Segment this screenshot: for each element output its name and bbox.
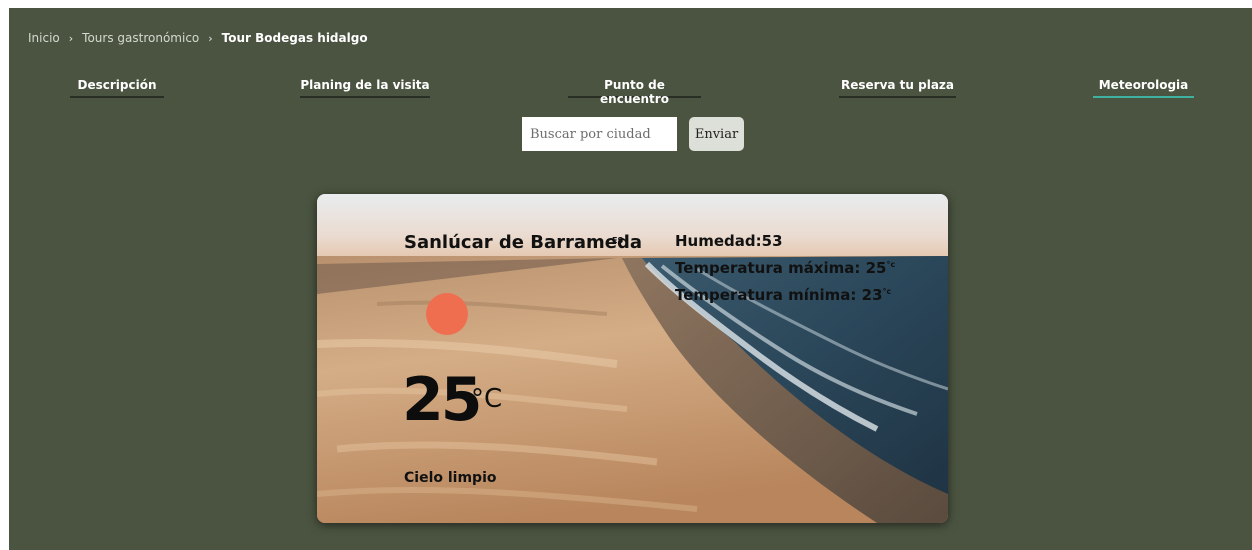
breadcrumb-separator-icon: › — [68, 31, 74, 45]
humidity-value: 53 — [761, 232, 783, 250]
temperature-unit: °C — [471, 384, 503, 414]
tab-descripcion[interactable]: Descripción — [70, 78, 164, 98]
max-temp-stat: Temperatura máxima: 25°c — [675, 259, 895, 277]
tab-reserva[interactable]: Reserva tu plaza — [839, 78, 956, 98]
min-temp-value: 23 — [861, 286, 883, 304]
sun-icon — [426, 293, 468, 335]
humidity-stat: Humedad:53 — [675, 232, 783, 250]
submit-button[interactable]: Enviar — [689, 117, 744, 151]
weather-description: Cielo limpio — [404, 470, 497, 486]
min-temp-unit: °c — [882, 287, 892, 296]
current-temperature: 25 — [402, 365, 482, 435]
city-name: Sanlúcar de Barrameda — [404, 232, 642, 253]
country-code: ES — [612, 236, 624, 245]
page-frame: Inicio › Tours gastronómico › Tour Bodeg… — [9, 8, 1252, 550]
tab-meteorologia[interactable]: Meteorologia — [1093, 78, 1194, 98]
min-temp-stat: Temperatura mínima: 23°c — [675, 286, 891, 304]
breadcrumb-separator-icon: › — [208, 31, 213, 45]
tab-punto-encuentro[interactable]: Punto de encuentro — [568, 78, 701, 106]
max-temp-unit: °c — [886, 260, 896, 269]
min-temp-label: Temperatura mínima: — [675, 286, 862, 304]
search-input[interactable] — [522, 117, 677, 151]
max-temp-label: Temperatura máxima: — [675, 259, 866, 277]
breadcrumb-home[interactable]: Inicio — [28, 31, 60, 45]
breadcrumb: Inicio › Tours gastronómico › Tour Bodeg… — [28, 31, 368, 45]
max-temp-value: 25 — [865, 259, 887, 277]
weather-card: Sanlúcar de Barrameda ES Humedad:53 Temp… — [317, 194, 948, 523]
breadcrumb-current: Tour Bodegas hidalgo — [221, 31, 368, 45]
tab-planing[interactable]: Planing de la visita — [300, 78, 430, 98]
breadcrumb-tours[interactable]: Tours gastronómico — [82, 31, 199, 45]
humidity-label: Humedad: — [675, 232, 762, 250]
